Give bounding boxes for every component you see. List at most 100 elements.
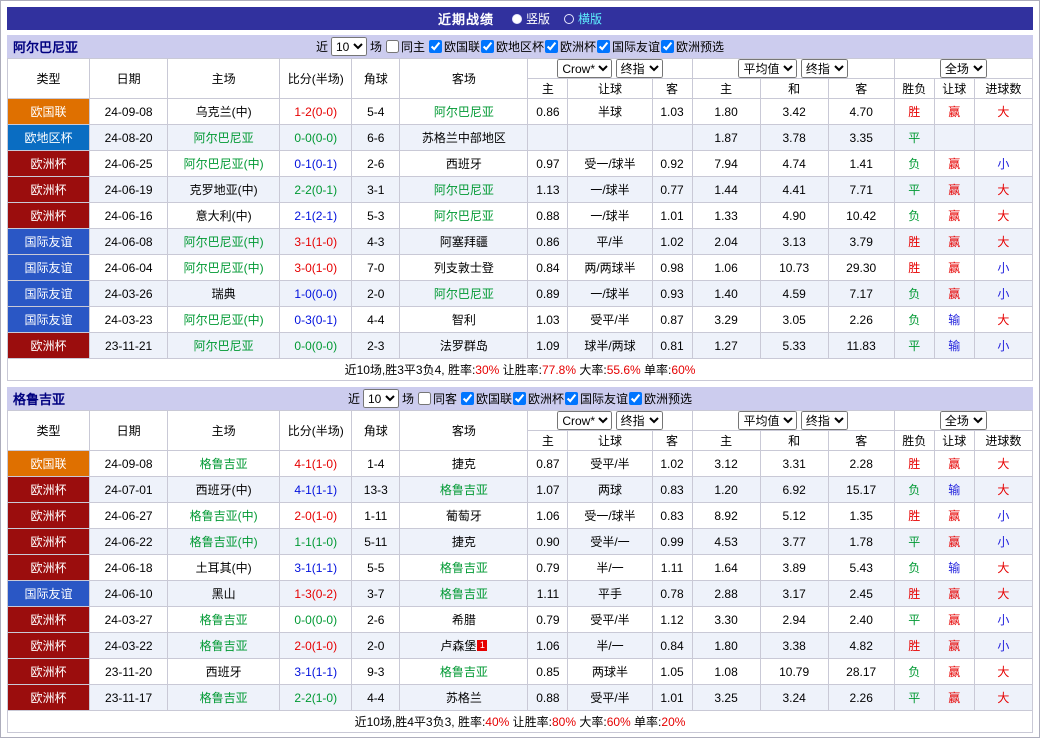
competition-filter[interactable]: 欧洲预选 bbox=[628, 390, 692, 407]
home-team[interactable]: 阿尔巴尼亚(中) bbox=[168, 229, 280, 255]
home-team[interactable]: 瑞典 bbox=[168, 281, 280, 307]
competition-checkbox[interactable] bbox=[661, 40, 674, 53]
same-venue-filter[interactable]: 同客 bbox=[417, 390, 457, 407]
away-team[interactable]: 捷克 bbox=[400, 529, 528, 555]
radio-icon[interactable] bbox=[512, 14, 522, 24]
competition-label: 欧地区杯 bbox=[496, 38, 544, 55]
radio-icon[interactable] bbox=[564, 14, 574, 24]
competition-checkbox[interactable] bbox=[481, 40, 494, 53]
home-team[interactable]: 西班牙 bbox=[168, 659, 280, 685]
away-team[interactable]: 西班牙 bbox=[400, 151, 528, 177]
competition-filter[interactable]: 欧洲杯 bbox=[544, 38, 596, 55]
avg-away-odds: 3.35 bbox=[828, 125, 894, 151]
same-venue-checkbox[interactable] bbox=[418, 392, 431, 405]
scope-select[interactable]: 全场 bbox=[940, 59, 987, 78]
away-team[interactable]: 格鲁吉亚 bbox=[400, 659, 528, 685]
home-team[interactable]: 阿尔巴尼亚(中) bbox=[168, 255, 280, 281]
home-team[interactable]: 格鲁吉亚(中) bbox=[168, 529, 280, 555]
away-team[interactable]: 阿尔巴尼亚 bbox=[400, 281, 528, 307]
away-team[interactable]: 葡萄牙 bbox=[400, 503, 528, 529]
avg-select[interactable]: 平均值 bbox=[738, 59, 797, 78]
away-team[interactable]: 法罗群岛 bbox=[400, 333, 528, 359]
odds-index-select[interactable]: 终指 bbox=[616, 59, 663, 78]
home-team[interactable]: 西班牙(中) bbox=[168, 477, 280, 503]
competition-filter[interactable]: 欧国联 bbox=[460, 390, 512, 407]
home-team[interactable]: 阿尔巴尼亚 bbox=[168, 125, 280, 151]
scope-select[interactable]: 全场 bbox=[940, 411, 987, 430]
stat-label: 胜率: bbox=[455, 715, 486, 729]
match-result: 负 bbox=[894, 555, 934, 581]
same-venue-filter[interactable]: 同主 bbox=[385, 38, 425, 55]
competition-filter[interactable]: 国际友谊 bbox=[564, 390, 628, 407]
avg-away-odds: 2.26 bbox=[828, 685, 894, 711]
away-team[interactable]: 智利 bbox=[400, 307, 528, 333]
corner-score: 6-6 bbox=[352, 125, 400, 151]
avg-home-odds: 3.12 bbox=[692, 451, 760, 477]
competition-checkbox[interactable] bbox=[513, 392, 526, 405]
away-team[interactable]: 卢森堡1 bbox=[400, 633, 528, 659]
home-team[interactable]: 乌克兰(中) bbox=[168, 99, 280, 125]
away-team[interactable]: 格鲁吉亚 bbox=[400, 477, 528, 503]
page-title: 近期战绩 bbox=[438, 9, 494, 28]
avg-away-odds: 29.30 bbox=[828, 255, 894, 281]
home-team[interactable]: 格鲁吉亚 bbox=[168, 607, 280, 633]
away-team[interactable]: 阿尔巴尼亚 bbox=[400, 177, 528, 203]
competition-filter[interactable]: 欧洲预选 bbox=[660, 38, 724, 55]
away-team[interactable]: 列支敦士登 bbox=[400, 255, 528, 281]
avg-index-select[interactable]: 终指 bbox=[801, 411, 848, 430]
layout-option[interactable]: 竖版 bbox=[512, 10, 550, 27]
home-team[interactable]: 黑山 bbox=[168, 581, 280, 607]
recent-count-select[interactable]: 10 bbox=[363, 389, 399, 408]
handicap-away-odds: 1.12 bbox=[652, 607, 692, 633]
competition-checkbox[interactable] bbox=[545, 40, 558, 53]
match-date: 24-06-18 bbox=[90, 555, 168, 581]
corner-score: 3-1 bbox=[352, 177, 400, 203]
avg-index-select[interactable]: 终指 bbox=[801, 59, 848, 78]
home-team[interactable]: 克罗地亚(中) bbox=[168, 177, 280, 203]
home-team[interactable]: 阿尔巴尼亚 bbox=[168, 333, 280, 359]
match-result: 平 bbox=[894, 333, 934, 359]
goals-result: 小 bbox=[974, 333, 1032, 359]
stat-value: 60% bbox=[607, 715, 631, 729]
avg-draw-odds: 3.24 bbox=[760, 685, 828, 711]
away-team[interactable]: 格鲁吉亚 bbox=[400, 555, 528, 581]
home-team[interactable]: 阿尔巴尼亚(中) bbox=[168, 307, 280, 333]
home-team[interactable]: 土耳其(中) bbox=[168, 555, 280, 581]
team-section-georgia: 格鲁吉亚 近 10 场 同客 欧国联欧洲杯国际友谊欧洲预选 bbox=[7, 387, 1033, 733]
competition-filter[interactable]: 国际友谊 bbox=[596, 38, 660, 55]
competition-checkbox[interactable] bbox=[629, 392, 642, 405]
bookmaker-select[interactable]: Crow* bbox=[557, 59, 612, 78]
competition-filter[interactable]: 欧国联 bbox=[428, 38, 480, 55]
home-team[interactable]: 格鲁吉亚(中) bbox=[168, 503, 280, 529]
competition-checkbox[interactable] bbox=[461, 392, 474, 405]
home-team[interactable]: 格鲁吉亚 bbox=[168, 685, 280, 711]
away-team[interactable]: 阿尔巴尼亚 bbox=[400, 203, 528, 229]
bookmaker-select[interactable]: Crow* bbox=[557, 411, 612, 430]
avg-select[interactable]: 平均值 bbox=[738, 411, 797, 430]
competition-checkbox[interactable] bbox=[597, 40, 610, 53]
col-away: 客场 bbox=[400, 59, 528, 99]
away-team[interactable]: 希腊 bbox=[400, 607, 528, 633]
home-team[interactable]: 格鲁吉亚 bbox=[168, 451, 280, 477]
recent-count-select[interactable]: 10 bbox=[331, 37, 367, 56]
odds-index-select[interactable]: 终指 bbox=[616, 411, 663, 430]
away-team[interactable]: 捷克 bbox=[400, 451, 528, 477]
home-team[interactable]: 格鲁吉亚 bbox=[168, 633, 280, 659]
away-team[interactable]: 苏格兰 bbox=[400, 685, 528, 711]
home-team[interactable]: 意大利(中) bbox=[168, 203, 280, 229]
handicap-line: 受半/一 bbox=[568, 529, 652, 555]
away-team[interactable]: 阿塞拜疆 bbox=[400, 229, 528, 255]
competition-filter[interactable]: 欧地区杯 bbox=[480, 38, 544, 55]
home-team[interactable]: 阿尔巴尼亚(中) bbox=[168, 151, 280, 177]
competition-checkbox[interactable] bbox=[429, 40, 442, 53]
score: 3-1(1-1) bbox=[280, 659, 352, 685]
competition-filter[interactable]: 欧洲杯 bbox=[512, 390, 564, 407]
away-team[interactable]: 苏格兰中部地区 bbox=[400, 125, 528, 151]
handicap-line: 受平/半 bbox=[568, 685, 652, 711]
competition-checkbox[interactable] bbox=[565, 392, 578, 405]
away-team[interactable]: 阿尔巴尼亚 bbox=[400, 99, 528, 125]
handicap-line: 受一/球半 bbox=[568, 151, 652, 177]
layout-option[interactable]: 横版 bbox=[564, 10, 602, 27]
same-venue-checkbox[interactable] bbox=[386, 40, 399, 53]
away-team[interactable]: 格鲁吉亚 bbox=[400, 581, 528, 607]
